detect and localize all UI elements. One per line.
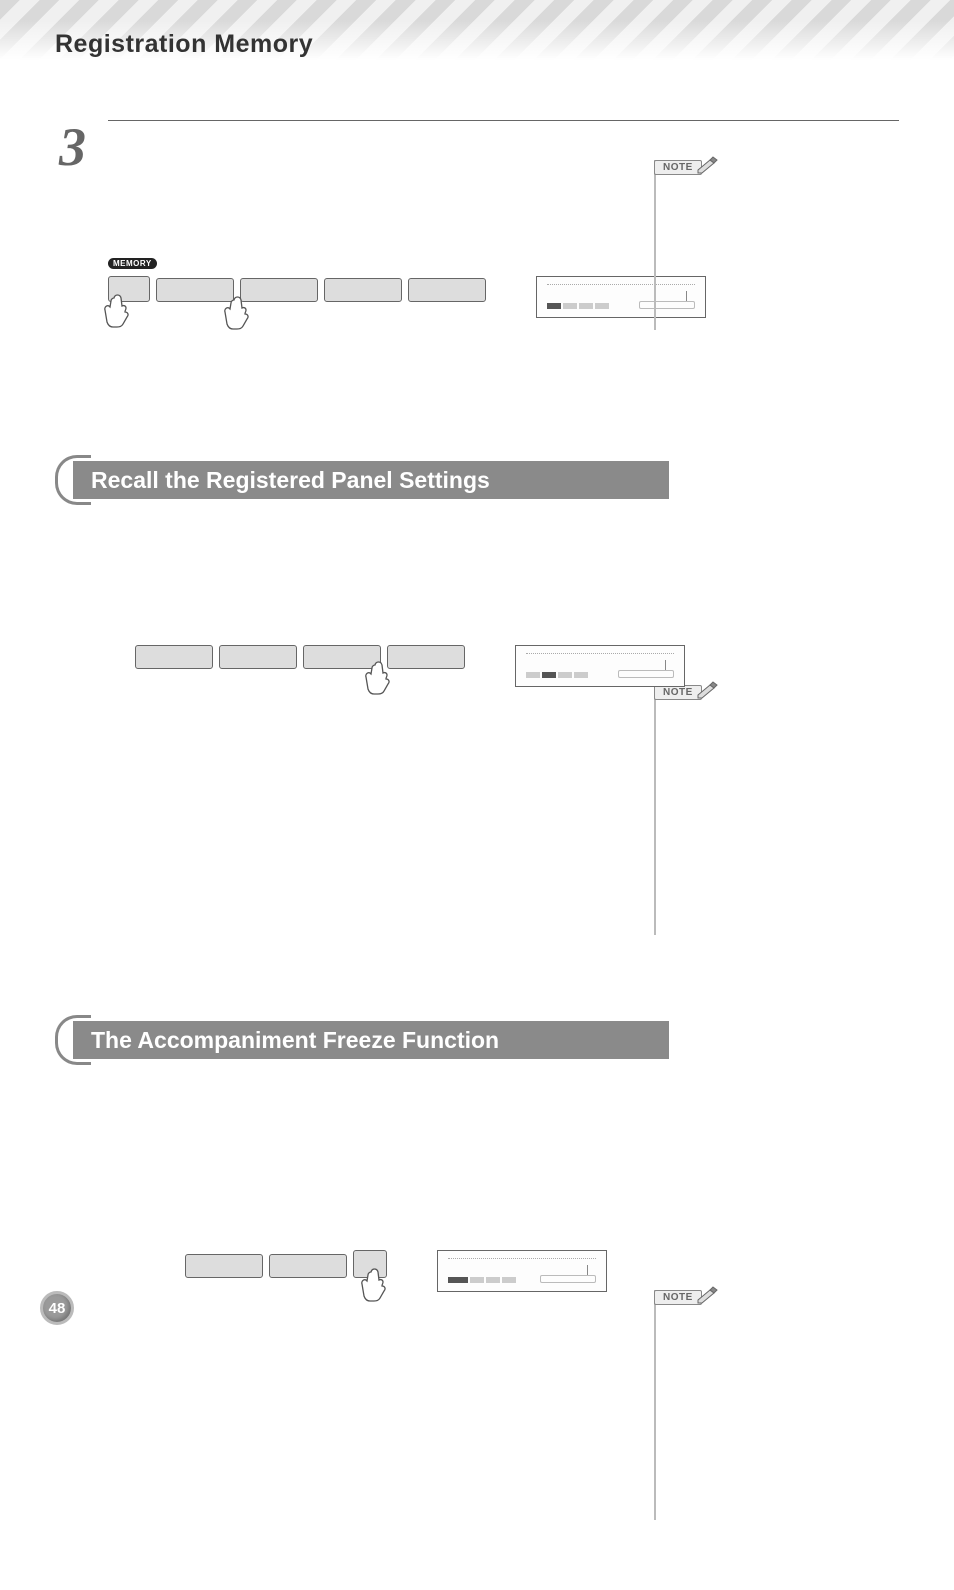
step-3: 3 MEMORY bbox=[55, 120, 899, 380]
keyboard-buttons-figure bbox=[185, 1250, 387, 1278]
memory-label-badge: MEMORY bbox=[108, 258, 157, 269]
pencil-icon bbox=[696, 156, 720, 174]
section-header-recall: Recall the Registered Panel Settings bbox=[55, 455, 899, 505]
registration-button-3 bbox=[324, 278, 402, 302]
keyboard-buttons-figure bbox=[135, 645, 465, 669]
hand-press-icon bbox=[361, 1266, 395, 1306]
page-number-badge: 48 bbox=[40, 1291, 74, 1325]
lcd-display-3 bbox=[437, 1250, 607, 1292]
registration-button-4 bbox=[408, 278, 486, 302]
note-label: NOTE bbox=[654, 1290, 702, 1305]
registration-button-2 bbox=[219, 645, 297, 669]
registration-button-1 bbox=[156, 278, 234, 302]
registration-button-a bbox=[185, 1254, 263, 1278]
hand-press-icon bbox=[365, 659, 399, 699]
note-box-1: NOTE bbox=[654, 160, 844, 330]
note-box-2: NOTE bbox=[654, 685, 844, 935]
step-divider bbox=[108, 120, 899, 121]
page-title: Registration Memory bbox=[55, 30, 313, 59]
panel-figure-2 bbox=[55, 645, 899, 687]
registration-button-b bbox=[269, 1254, 347, 1278]
registration-button-1 bbox=[135, 645, 213, 669]
pencil-icon bbox=[696, 681, 720, 699]
page-header-pattern: Registration Memory bbox=[0, 0, 954, 70]
section-title: The Accompaniment Freeze Function bbox=[73, 1021, 669, 1059]
lcd-display-2 bbox=[515, 645, 685, 687]
note-label: NOTE bbox=[654, 685, 702, 700]
section-header-freeze: The Accompaniment Freeze Function bbox=[55, 1015, 899, 1065]
note-box-3: NOTE bbox=[654, 1290, 844, 1520]
keyboard-buttons-figure: MEMORY bbox=[108, 276, 486, 302]
hand-press-icon bbox=[224, 294, 258, 334]
hand-press-icon bbox=[104, 292, 138, 332]
pencil-icon bbox=[696, 1286, 720, 1304]
panel-figure-3 bbox=[55, 1250, 899, 1292]
note-label: NOTE bbox=[654, 160, 702, 175]
section-title: Recall the Registered Panel Settings bbox=[73, 461, 669, 499]
step-number: 3 bbox=[55, 120, 90, 380]
